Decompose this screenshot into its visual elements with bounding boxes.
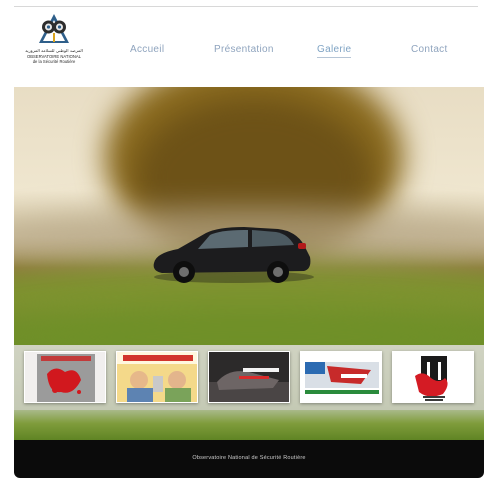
poster-cartoon-icon	[117, 352, 197, 402]
gallery-thumb-2[interactable]	[116, 351, 198, 403]
gallery-thumb-4[interactable]	[300, 351, 382, 403]
poster-blood-icon	[25, 352, 105, 402]
site-footer: Observatoire National de Sécurité Routiè…	[14, 440, 484, 478]
footer-text: Observatoire National de Sécurité Routiè…	[192, 455, 306, 461]
nav-item-presentation[interactable]: Présentation	[214, 44, 274, 55]
hero-banner-image	[14, 87, 484, 345]
poster-flag-icon	[301, 352, 381, 402]
car-illustration	[153, 227, 314, 283]
poster-dark-car-icon	[209, 352, 289, 402]
nav-item-galerie[interactable]: Galerie	[317, 44, 352, 58]
gallery-strip	[14, 345, 484, 410]
main-nav: Accueil Présentation Galerie Contact	[14, 44, 484, 60]
gallery-thumb-1[interactable]	[24, 351, 106, 403]
logo-emblem-icon	[39, 14, 69, 43]
nav-item-accueil[interactable]: Accueil	[130, 44, 164, 55]
decorative-grass-band	[14, 410, 484, 440]
gallery-thumb-3[interactable]	[208, 351, 290, 403]
nav-item-contact[interactable]: Contact	[411, 44, 448, 55]
poster-hand-icon	[393, 352, 473, 402]
site-header: المرصد الوطني للسلامة المرورية OBSERVATO…	[14, 7, 484, 87]
gallery-thumb-5[interactable]	[392, 351, 474, 403]
